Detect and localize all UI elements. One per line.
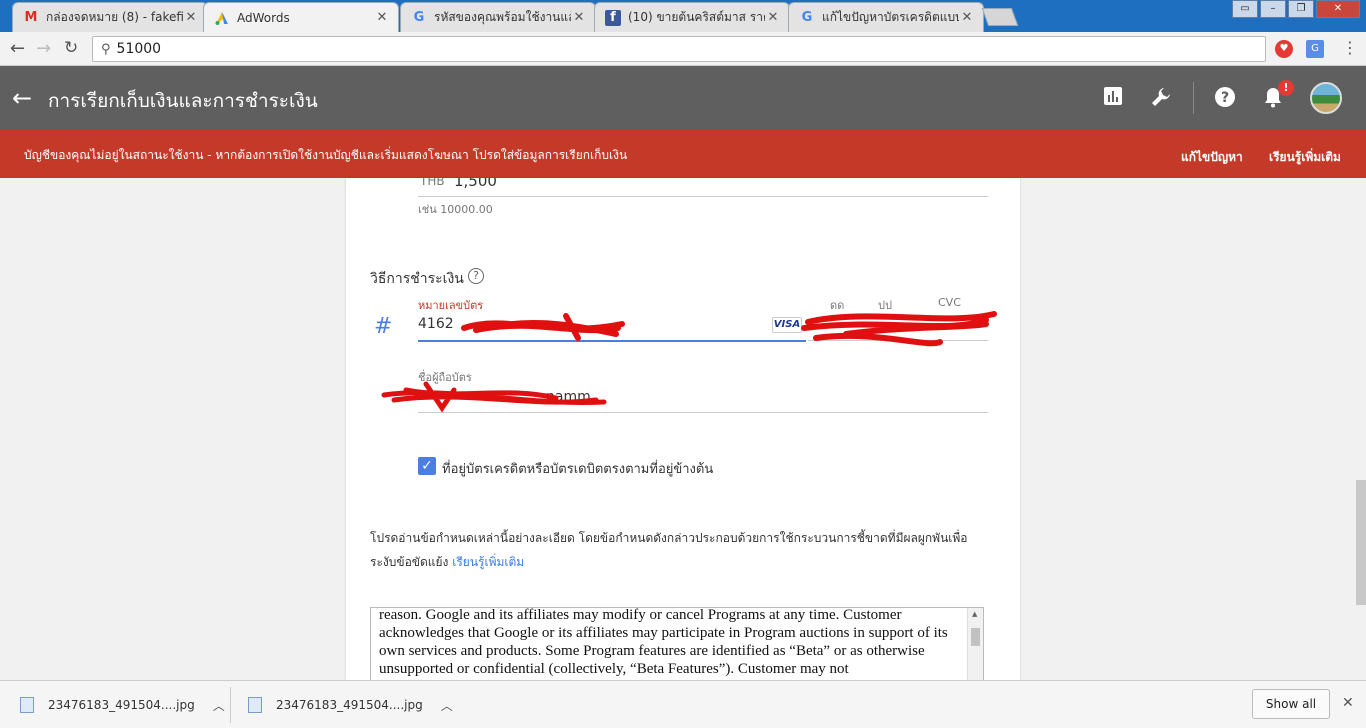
notification-badge: !	[1278, 80, 1294, 96]
page-scrollbar-thumb[interactable]	[1356, 480, 1366, 605]
close-icon[interactable]: ✕	[183, 10, 199, 25]
expiry-month-label: ดด	[830, 299, 845, 312]
forward-icon[interactable]: →	[36, 38, 51, 59]
chevron-up-icon[interactable]: ︿	[213, 697, 225, 714]
back-arrow-icon[interactable]: ←	[12, 84, 32, 112]
payment-method-label: วิธีการชำระเงิน	[370, 271, 464, 287]
close-icon[interactable]: ✕	[765, 10, 781, 25]
billing-form-card: THB 1,500 เช่น 10000.00 วิธีการชำระเงิน …	[346, 178, 1020, 680]
close-icon[interactable]: ✕	[1342, 695, 1354, 711]
banner-message: บัญชีของคุณไม่อยู่ในสถานะใช้งาน - หากต้อ…	[24, 148, 628, 162]
app-header: ← การเรียกเก็บเงินและการชำระเงิน ?	[0, 66, 1366, 130]
amount-underline	[418, 196, 988, 197]
same-address-label: ที่อยู่บัตรเครดิตหรือบัตรเดบิตตรงตามที่อ…	[442, 462, 714, 477]
reports-icon[interactable]	[1101, 86, 1125, 110]
terms-learn-more-link[interactable]: เรียนรู้เพิ่มเติม	[452, 555, 524, 569]
maximize-icon[interactable]: ❐	[1288, 0, 1314, 18]
download-filename: 23476183_491504....jpg	[48, 698, 195, 712]
reload-icon[interactable]: ↻	[64, 38, 78, 58]
card-number-hash-icon: #	[374, 314, 393, 339]
download-shelf: 23476183_491504....jpg ︿ 23476183_491504…	[0, 680, 1366, 728]
new-tab-button[interactable]	[981, 8, 1019, 26]
show-all-button[interactable]: Show all	[1252, 689, 1330, 719]
tab-gmail[interactable]: M กล่องจดหมาย (8) - fakefirst ✕	[12, 2, 208, 32]
translate-extension-icon[interactable]: G	[1306, 40, 1324, 58]
svg-text:?: ?	[1221, 90, 1229, 106]
pocket-extension-icon[interactable]: ♥	[1275, 40, 1293, 58]
tab-title: รหัสของคุณพร้อมใช้งานแล้ว	[434, 10, 571, 24]
download-item[interactable]: 23476183_491504....jpg ︿	[20, 691, 225, 719]
image-file-icon	[20, 697, 34, 713]
tos-scroll-thumb[interactable]	[971, 628, 980, 646]
close-icon[interactable]: ✕	[959, 10, 975, 25]
tos-text: reason. Google and its affiliates may mo…	[379, 607, 948, 677]
currency-label: THB	[420, 178, 445, 188]
chevron-up-icon[interactable]: ︿	[441, 697, 453, 714]
browser-toolbar: ← → ↻ ⚲ 51000 ♥ G ⋮	[0, 32, 1366, 66]
user-icon[interactable]: ▭	[1232, 0, 1258, 18]
help-icon[interactable]: ?	[1213, 86, 1237, 110]
tab-adwords[interactable]: AdWords ✕	[203, 2, 399, 32]
cvc-label: CVC	[938, 296, 961, 309]
wrench-icon[interactable]	[1149, 86, 1173, 110]
tab-title: กล่องจดหมาย (8) - fakefirst	[46, 10, 183, 24]
browser-tab-strip: M กล่องจดหมาย (8) - fakefirst ✕ AdWords …	[0, 0, 1366, 32]
download-divider	[230, 687, 231, 723]
tab-title: AdWords	[237, 10, 290, 25]
header-divider	[1193, 82, 1194, 114]
download-filename: 23476183_491504....jpg	[276, 698, 423, 712]
account-inactive-banner: บัญชีของคุณไม่อยู่ในสถานะใช้งาน - หากต้อ…	[0, 130, 1366, 178]
address-bar[interactable]: ⚲ 51000	[92, 36, 1266, 62]
close-icon[interactable]: ✕	[374, 10, 390, 25]
search-icon: ⚲	[101, 41, 111, 57]
terms-notice: โปรดอ่านข้อกำหนดเหล่านี้อย่างละเอียด โดย…	[370, 526, 990, 574]
card-number-input[interactable]: 4162	[418, 316, 454, 332]
tab-google-card[interactable]: G แก้ไขปัญหาบัตรเครดิตแบบใ ✕	[788, 2, 984, 32]
scroll-up-arrow-icon[interactable]: ▲	[972, 610, 977, 618]
minimize-icon[interactable]: –	[1260, 0, 1286, 18]
cardholder-input[interactable]: namm	[546, 389, 591, 405]
same-address-checkbox[interactable]: ✓	[418, 457, 436, 475]
avatar[interactable]	[1310, 82, 1342, 114]
page-title: การเรียกเก็บเงินและการชำระเงิน	[48, 90, 318, 112]
help-circle-icon[interactable]: ?	[468, 268, 484, 284]
expiry-cvc-underline	[808, 340, 988, 341]
address-text: 51000	[116, 41, 162, 57]
visa-logo: VISA	[772, 317, 802, 333]
learn-more-link[interactable]: เรียนรู้เพิ่มเติม	[1269, 148, 1341, 167]
download-item[interactable]: 23476183_491504....jpg ︿	[248, 691, 453, 719]
gmail-icon: M	[24, 10, 38, 25]
tab-title: แก้ไขปัญหาบัตรเครดิตแบบใ	[822, 10, 959, 24]
tos-scrollbar[interactable]: ▲	[967, 608, 983, 680]
adwords-icon	[214, 10, 230, 26]
tab-facebook[interactable]: f (10) ขายต้นคริสต์มาส ราคา ✕	[594, 2, 790, 32]
window-controls: ▭ – ❐ ✕	[1230, 0, 1360, 18]
facebook-icon: f	[605, 9, 621, 26]
amount-hint: เช่น 10000.00	[418, 203, 493, 216]
fix-problem-link[interactable]: แก้ไขปัญหา	[1181, 148, 1243, 167]
google-icon: G	[801, 10, 813, 25]
menu-icon[interactable]: ⋮	[1342, 38, 1358, 57]
card-number-underline	[418, 340, 806, 342]
close-icon[interactable]: ✕	[571, 10, 587, 25]
terms-of-service-box[interactable]: reason. Google and its affiliates may mo…	[370, 607, 984, 680]
tab-google-code[interactable]: G รหัสของคุณพร้อมใช้งานแล้ว ✕	[400, 2, 596, 32]
google-icon: G	[413, 10, 425, 25]
cardholder-label: ชื่อผู้ถือบัตร	[418, 371, 472, 384]
cardholder-underline	[418, 412, 988, 413]
back-icon[interactable]: ←	[10, 38, 25, 59]
amount-input[interactable]: 1,500	[454, 178, 497, 190]
tab-title: (10) ขายต้นคริสต์มาส ราคา	[628, 10, 765, 24]
image-file-icon	[248, 697, 262, 713]
close-window-icon[interactable]: ✕	[1316, 0, 1360, 18]
card-number-label: หมายเลขบัตร	[418, 299, 484, 312]
expiry-year-label: ปป	[878, 299, 892, 312]
